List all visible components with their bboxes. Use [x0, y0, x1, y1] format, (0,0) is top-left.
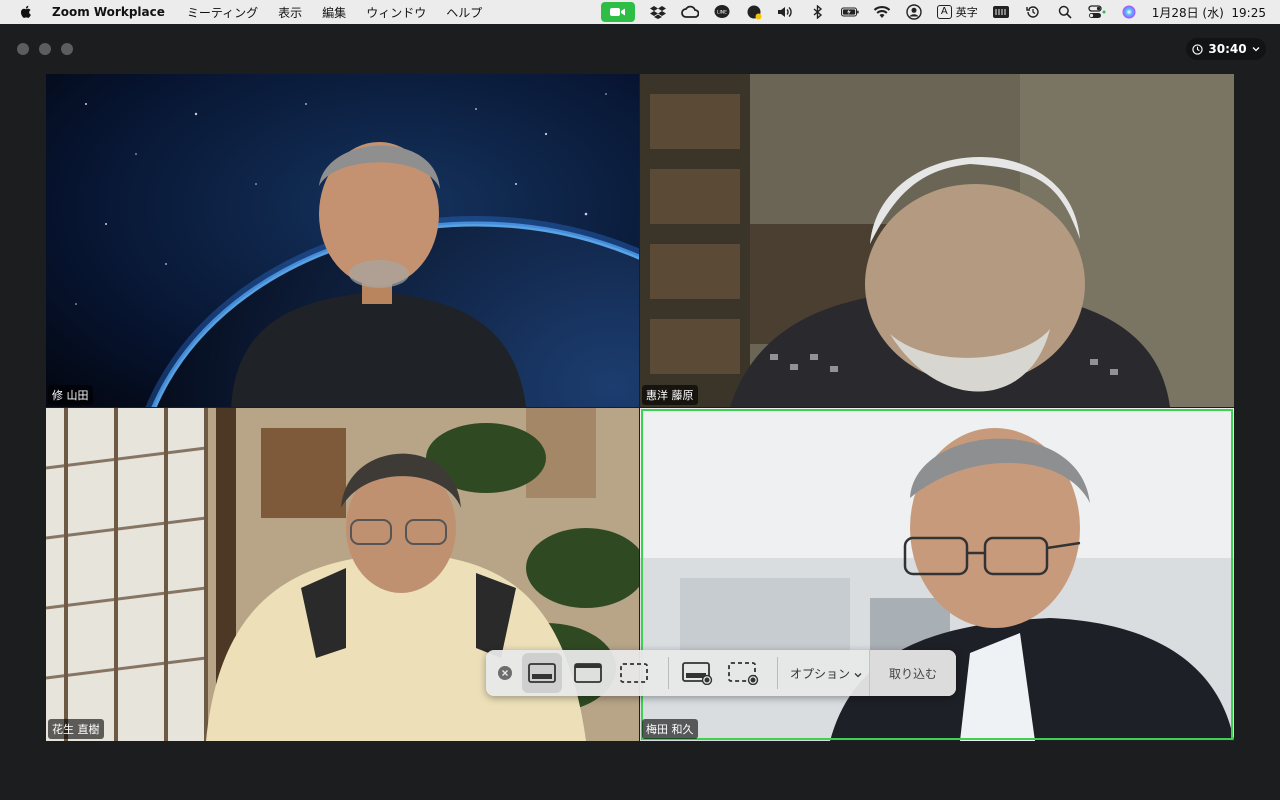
chevron-down-icon — [854, 672, 862, 677]
input-mode-key: A — [936, 5, 952, 19]
menu-bar: Zoom Workplace ミーティング 表示 編集 ウィンドウ ヘルプ LI… — [0, 0, 1280, 24]
input-mode-label: 英字 — [955, 6, 978, 19]
user-icon[interactable] — [905, 4, 923, 20]
keyboard-icon[interactable] — [992, 4, 1010, 20]
participant-video — [640, 74, 1234, 407]
capture-button[interactable]: 取り込む — [869, 650, 956, 696]
close-icon — [502, 670, 508, 676]
participant-name: 修 山田 — [48, 385, 93, 405]
video-tile[interactable]: 惠洋 藤原 — [640, 74, 1234, 407]
minimize-window-button[interactable] — [39, 43, 51, 55]
control-center-icon[interactable] — [1088, 4, 1106, 20]
toolbar-divider — [668, 657, 669, 689]
video-tile[interactable]: 修 山田 — [46, 74, 639, 407]
app-menu[interactable]: Zoom Workplace — [52, 5, 165, 19]
apple-icon[interactable] — [18, 4, 34, 20]
clock[interactable]: 1月28日 (水) 19:25 — [1152, 4, 1266, 21]
clock-icon — [1192, 43, 1204, 55]
svg-text:LINE: LINE — [717, 10, 727, 16]
menu-meeting[interactable]: ミーティング — [187, 4, 258, 21]
participant-name: 惠洋 藤原 — [642, 385, 698, 405]
bluetooth-icon[interactable] — [809, 4, 827, 20]
record-screen-icon — [682, 662, 713, 685]
capture-window-button[interactable] — [568, 653, 608, 693]
close-toolbar-button[interactable] — [498, 666, 512, 680]
participant-name: 花生 直樹 — [48, 719, 104, 739]
status-tray: LINE A 英字 1月28日 (水) 19:25 — [600, 0, 1266, 24]
meeting-timer[interactable]: 30:40 — [1186, 38, 1266, 60]
record-entire-screen-button[interactable] — [677, 653, 717, 693]
capture-selection-button[interactable] — [614, 653, 654, 693]
participant-name: 梅田 和久 — [642, 719, 698, 739]
menu-view[interactable]: 表示 — [278, 4, 302, 21]
battery-icon[interactable] — [840, 4, 859, 20]
toolbar-divider — [777, 657, 778, 689]
menu-edit[interactable]: 編集 — [322, 4, 346, 21]
record-selection-button[interactable] — [723, 653, 763, 693]
chevron-down-icon — [1252, 47, 1260, 52]
wifi-icon[interactable] — [873, 4, 891, 20]
zoom-window-button[interactable] — [61, 43, 73, 55]
entire-screen-icon — [528, 663, 556, 683]
capture-entire-screen-button[interactable] — [522, 653, 562, 693]
volume-icon[interactable] — [777, 4, 795, 20]
menu-help[interactable]: ヘルプ — [446, 4, 482, 21]
menu-window[interactable]: ウィンドウ — [366, 4, 426, 21]
input-mode-icon[interactable]: A 英字 — [936, 4, 978, 20]
siri-icon[interactable] — [1120, 4, 1138, 20]
selection-icon — [620, 663, 648, 683]
zoom-video-icon[interactable] — [600, 2, 635, 22]
participant-video — [46, 74, 639, 407]
window-icon — [574, 663, 602, 683]
timer-text: 30:40 — [1208, 42, 1247, 56]
creative-cloud-icon[interactable] — [680, 4, 699, 20]
options-menu[interactable]: オプション — [790, 665, 862, 682]
options-label: オプション — [790, 666, 851, 681]
line-icon[interactable]: LINE — [713, 4, 731, 20]
record-selection-icon — [728, 662, 759, 685]
close-window-button[interactable] — [17, 43, 29, 55]
dropbox-icon[interactable] — [649, 4, 667, 20]
ai-assistant-icon[interactable] — [745, 4, 763, 20]
time-machine-icon[interactable] — [1024, 4, 1042, 20]
screenshot-toolbar: オプション 取り込む — [486, 650, 956, 696]
search-icon[interactable] — [1056, 4, 1074, 20]
